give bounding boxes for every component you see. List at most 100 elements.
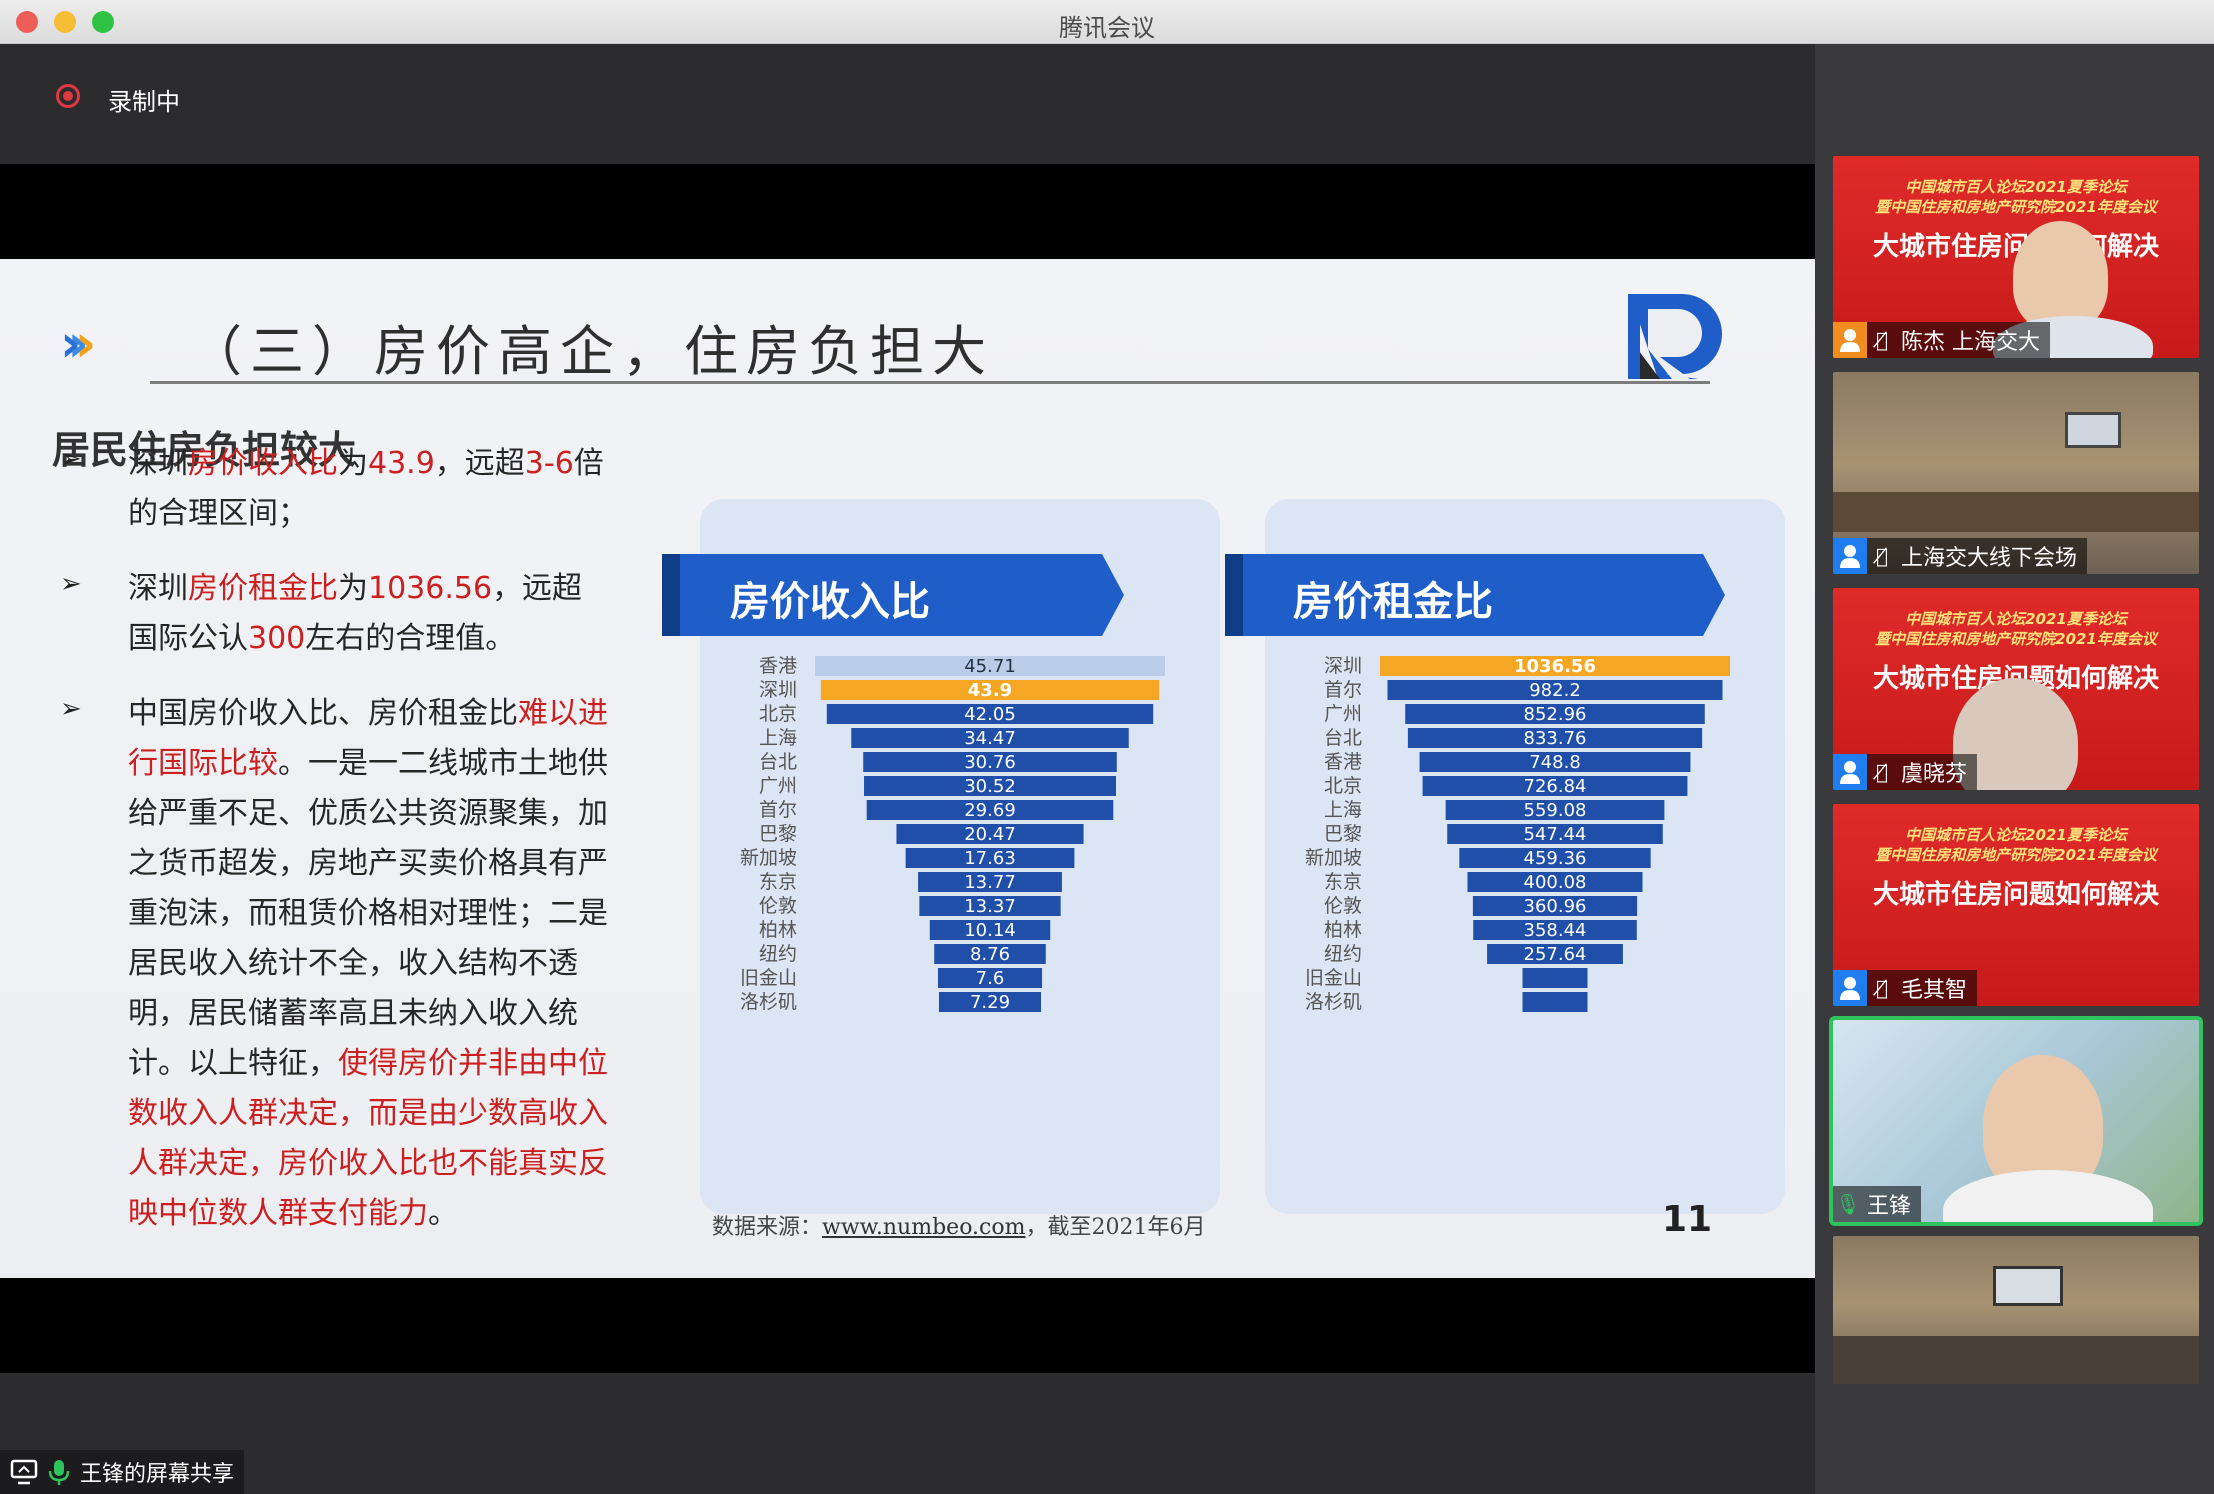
participant-sidebar: 中国城市百人论坛2021夏季论坛 暨中国住房和房地产研究院2021年度会议 大城… [1815,44,2214,1494]
participant-name-bar: 🎙̸ 虞晓芬 [1833,754,1978,790]
recording-label: 录制中 [108,88,180,116]
bullet-segment: 中国房价收入比、房价租金比 [128,696,518,731]
value-label: 833.76 [1524,728,1587,749]
mic-icon[interactable]: 🎙 [1833,1186,1863,1222]
bullet-segment: 深圳 [128,571,188,606]
logo-icon [1628,294,1722,379]
category-label: 柏林 [1324,919,1362,941]
participant-name: 上海交大线下会场 [1901,546,2078,571]
participant-name-bar: 🎙̸ 毛其智 [1833,970,1978,1006]
participant-name: 陈杰 上海交大 [1901,330,2040,355]
value-label: 982.2 [1529,680,1581,701]
user-icon [1833,538,1867,574]
chart-title: 房价收入比 [730,579,930,625]
user-icon [1833,322,1867,358]
muted-mic-icon[interactable]: 🎙̸ [1867,754,1897,790]
category-label: 上海 [1324,799,1362,821]
value-label: 726.84 [1524,776,1587,797]
category-label: 巴黎 [1324,823,1362,845]
slide-title: （三）房价高企，住房负担大 [188,320,994,383]
value-label: 852.96 [1524,704,1587,725]
participant-tile[interactable]: 中国城市百人论坛2021夏季论坛 暨中国住房和房地产研究院2021年度会议 大城… [1833,156,2199,358]
bullet-highlight: 3-6 [524,446,574,481]
participant-tile[interactable]: 中国城市百人论坛2021夏季论坛 暨中国住房和房地产研究院2021年度会议 大城… [1833,588,2199,790]
window-titlebar: 腾讯会议 [0,0,2214,44]
rent-ratio-chart: 深圳 1036.56 首尔 982.2 广州 852.96 台北 833.76 香港 748.8 北… [1265,654,1785,1138]
screen-share-bar[interactable]: 王锋的屏幕共享 [0,1450,245,1494]
participant-video [2013,221,2108,331]
source-prefix: 数据来源： [712,1215,823,1240]
category-label: 新加坡 [740,847,797,869]
category-label: 广州 [1324,703,1362,725]
muted-mic-icon[interactable]: 🎙̸ [1867,970,1897,1006]
shared-screen-area: 录制中 ››› （三）房价高企，住房负担大 居民住房负担较大 ➢ 深圳房价收入比… [0,44,1815,1494]
window-title: 腾讯会议 [1059,14,1155,42]
category-label: 台北 [759,751,797,773]
category-label: 首尔 [1324,679,1362,701]
value-label: 748.8 [1529,752,1581,773]
category-label: 广州 [759,775,797,797]
muted-mic-icon[interactable]: 🎙̸ [1867,322,1897,358]
participant-tile-active[interactable]: 🎙 王锋 [1829,1016,2203,1226]
participant-tile[interactable]: 🎙̸ 上海交大线下会场 [1833,372,2199,574]
category-label: 旧金山 [1305,967,1362,989]
value-label: 43.9 [968,680,1012,701]
value-label: 7.6 [976,968,1005,989]
participant-tile[interactable] [1833,1236,2199,1384]
value-label: 30.52 [964,776,1016,797]
banner-line: 中国城市百人论坛2021夏季论坛 [1905,610,2127,628]
value-label: 13.37 [964,896,1016,917]
bar [1522,968,1588,988]
value-label: 1036.56 [1514,656,1596,677]
value-label: 42.05 [964,704,1016,725]
letterbox-bottom [0,1278,1815,1373]
value-label: 547.44 [1524,824,1587,845]
participant-name-bar: 🎙̸ 上海交大线下会场 [1833,538,2088,574]
bullet-text: 深圳房价租金比为1036.56，远超国际公认300左右的合理值。 [128,564,608,664]
source-link[interactable]: www.numbeo.com [822,1215,1025,1240]
page-number: 11 [1662,1199,1713,1240]
title-divider [150,381,1710,384]
category-label: 北京 [1324,775,1362,797]
banner-line: 暨中国住房和房地产研究院2021年度会议 [1875,198,2157,216]
category-label: 伦敦 [759,895,797,917]
category-label: 东京 [1324,871,1362,893]
bullet-segment: ，远超 [434,446,525,481]
participant-name-bar: 🎙̸ 陈杰 上海交大 [1833,322,2050,358]
value-label: 29.69 [964,800,1016,821]
user-icon [1833,754,1867,790]
value-label: 20.47 [964,824,1016,845]
value-label: 10.14 [964,920,1016,941]
bullet-highlight: 300 [248,621,306,656]
category-label: 首尔 [759,799,797,821]
chevron-icon: ››› [60,314,97,374]
category-label: 伦敦 [1324,895,1362,917]
mic-icon [48,1460,70,1485]
category-label: 东京 [759,871,797,893]
record-icon [56,84,80,108]
bullet-arrow-icon: ➢ [60,444,82,474]
source-suffix: ，截至2021年6月 [1025,1215,1206,1240]
category-label: 上海 [759,727,797,749]
bullet-highlight: 1036.56 [368,571,493,606]
bar [1522,992,1588,1012]
value-label: 17.63 [964,848,1016,869]
bullet-segment: 为 [338,571,368,606]
room-screen [1993,1266,2063,1306]
muted-mic-icon[interactable]: 🎙̸ [1867,538,1897,574]
participant-tile[interactable]: 中国城市百人论坛2021夏季论坛 暨中国住房和房地产研究院2021年度会议 大城… [1833,804,2199,1006]
category-label: 北京 [759,703,797,725]
bullet-segment: 。 [428,1196,458,1231]
room-table [1833,492,2199,532]
bullet-arrow-icon: ➢ [60,569,82,599]
value-label: 559.08 [1524,800,1587,821]
value-label: 7.29 [970,992,1010,1013]
participant-name-bar: 🎙 王锋 [1833,1186,1922,1222]
participant-name: 毛其智 [1901,978,1968,1003]
banner-line: 中国城市百人论坛2021夏季论坛 [1905,178,2127,196]
value-label: 8.76 [970,944,1010,965]
value-label: 360.96 [1524,896,1587,917]
category-label: 香港 [1324,751,1362,773]
bullet-segment: 。一是一二线城市土地供给严重不足、优质公共资源聚集，加之货币超发，房地产买卖价格… [128,746,608,1081]
income-ratio-chart: 香港 45.71 深圳 43.9 北京 42.05 上海 34.47 台北 30.76 广州 30.5… [700,654,1220,1138]
